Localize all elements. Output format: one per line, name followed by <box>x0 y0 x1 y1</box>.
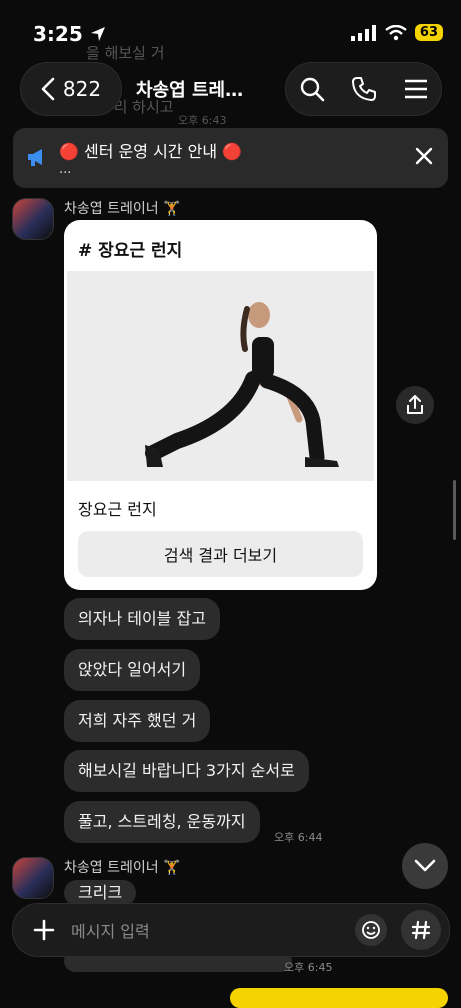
notice-title: 🔴 센터 운영 시간 안내 🔴 <box>59 142 243 161</box>
cellular-signal-icon <box>350 24 376 41</box>
lunge-exercise-image[interactable] <box>67 271 374 481</box>
weightlifter-icon: 🏋 <box>163 860 181 876</box>
message-time: 오후 6:44 <box>274 831 323 844</box>
scroll-to-bottom-button[interactable] <box>402 843 448 889</box>
red-circle-icon: 🔴 <box>59 142 79 161</box>
status-icons: 63 <box>350 24 443 41</box>
my-message-bubble-partial[interactable] <box>230 988 448 1008</box>
share-icon <box>407 395 423 414</box>
scrollbar[interactable] <box>453 480 456 540</box>
chevron-left-icon <box>41 77 55 101</box>
message-bubble[interactable]: 풀고, 스트레칭, 운동까지 <box>64 801 260 843</box>
chevron-down-icon <box>414 859 436 872</box>
bg-ghost-time: 오후 6:43 <box>178 114 227 127</box>
search-result-card[interactable]: # 장요근 런지 장요근 런지 검색 결과 더보기 <box>64 220 377 590</box>
phone-icon[interactable] <box>351 76 377 102</box>
message-bubble[interactable]: 저희 자주 했던 거 <box>64 700 211 742</box>
megaphone-icon <box>28 149 42 166</box>
share-button[interactable] <box>396 386 434 424</box>
emoji-icon <box>362 921 380 939</box>
status-time: 3:25 <box>33 22 106 46</box>
emoji-button[interactable] <box>355 914 387 946</box>
message-input-bar: 메시지 입력 <box>12 903 450 957</box>
back-button[interactable]: 822 <box>20 62 122 116</box>
card-hashtag-title: # 장요근 런지 <box>78 241 183 261</box>
close-icon[interactable] <box>414 146 434 166</box>
notice-banner[interactable]: 🔴 센터 운영 시간 안내 🔴 ... <box>13 128 448 188</box>
hashtag-icon <box>411 920 431 940</box>
red-circle-icon: 🔴 <box>222 142 243 161</box>
header-actions <box>285 62 442 116</box>
message-bubble[interactable]: 해보시길 바랍니다 3가지 순서로 <box>64 750 309 792</box>
location-arrow-icon <box>90 27 105 41</box>
notice-more: ... <box>59 162 72 177</box>
avatar[interactable] <box>12 857 54 899</box>
weightlifter-icon: 🏋 <box>163 201 181 217</box>
plus-icon <box>33 919 55 941</box>
sender-name: 차송엽 트레이너 🏋 <box>64 201 181 217</box>
message-time: 오후 6:45 <box>284 961 333 974</box>
sender-name: 차송엽 트레이너 🏋 <box>64 860 181 876</box>
card-caption: 장요근 런지 <box>78 500 157 519</box>
message-bubble[interactable]: 앉았다 일어서기 <box>64 649 201 691</box>
avatar[interactable] <box>12 198 54 240</box>
hashtag-search-button[interactable] <box>401 910 441 950</box>
chat-title: 차송엽 트레… <box>136 80 244 101</box>
battery-indicator: 63 <box>414 24 443 41</box>
more-results-button[interactable]: 검색 결과 더보기 <box>78 531 363 577</box>
menu-icon[interactable] <box>404 79 428 99</box>
unread-count: 822 <box>62 77 102 101</box>
message-bubble[interactable]: 의자나 테이블 잡고 <box>64 598 220 640</box>
wifi-icon <box>385 24 407 40</box>
search-icon[interactable] <box>299 76 325 102</box>
attach-button[interactable] <box>26 912 62 948</box>
message-input[interactable]: 메시지 입력 <box>71 918 150 942</box>
